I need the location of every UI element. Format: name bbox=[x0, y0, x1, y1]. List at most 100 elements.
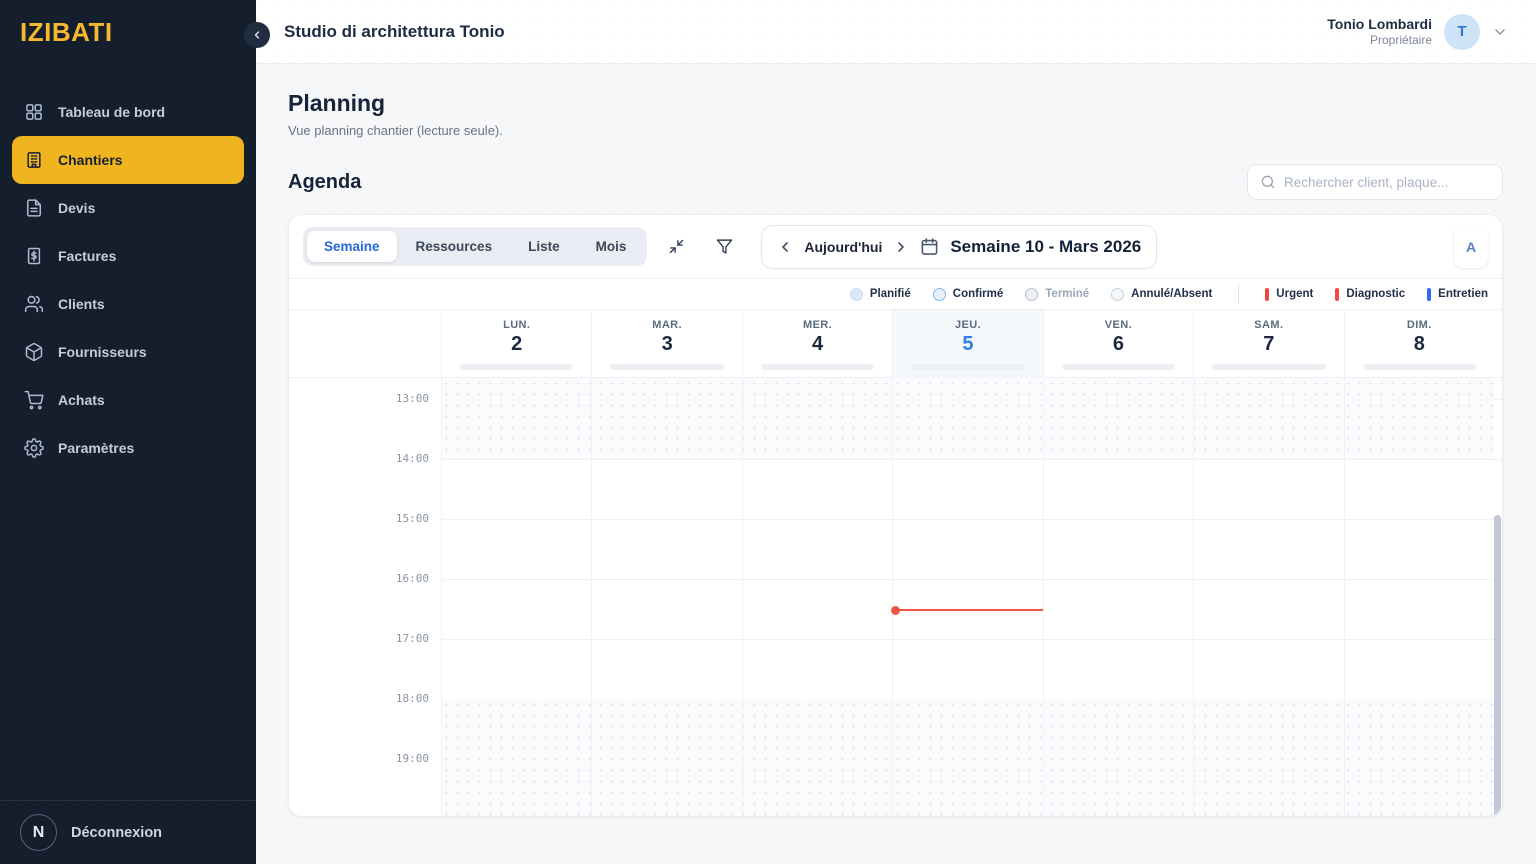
next-week-button[interactable] bbox=[893, 239, 909, 255]
day-number: 7 bbox=[1263, 333, 1275, 355]
day-number: 6 bbox=[1112, 333, 1124, 355]
day-number: 8 bbox=[1413, 333, 1425, 355]
logout-button[interactable]: Déconnexion bbox=[71, 825, 162, 841]
sidebar-collapse-button[interactable] bbox=[244, 22, 270, 48]
sidebar-footer: N Déconnexion bbox=[0, 800, 256, 864]
today-button[interactable]: Aujourd'hui bbox=[804, 239, 882, 255]
status-dot-icon bbox=[1025, 287, 1039, 301]
sidebar-item-clients[interactable]: Clients bbox=[12, 280, 244, 328]
invoice-icon bbox=[24, 246, 44, 266]
legend-divider bbox=[1238, 285, 1240, 303]
filter-icon bbox=[716, 238, 733, 255]
type-bar-icon bbox=[1265, 287, 1270, 301]
legend-status-termin: Terminé bbox=[1025, 287, 1089, 301]
main-area: Studio di architettura Tonio Tonio Lomba… bbox=[256, 0, 1536, 864]
filter-button[interactable] bbox=[705, 228, 743, 266]
day-number: 2 bbox=[511, 333, 523, 355]
legend-status-annul-absent: Annulé/Absent bbox=[1111, 287, 1212, 301]
day-header-dim[interactable]: DIM. 8 bbox=[1343, 310, 1494, 377]
day-column-dim bbox=[1343, 378, 1494, 816]
package-icon bbox=[24, 342, 44, 362]
sidebar-item-label: Achats bbox=[58, 392, 105, 408]
day-abbr: SAM. bbox=[1254, 319, 1284, 331]
date-navigation: Aujourd'hui Semaine 10 - Mars 2026 bbox=[761, 224, 1158, 269]
day-abbr: MAR. bbox=[652, 319, 682, 331]
hour-label: 16:00 bbox=[289, 571, 441, 585]
logout-avatar: N bbox=[20, 814, 57, 851]
calendar-icon bbox=[920, 237, 939, 256]
sidebar-item-label: Tableau de bord bbox=[58, 104, 166, 120]
legend-label: Entretien bbox=[1438, 288, 1488, 300]
legend-label: Diagnostic bbox=[1346, 288, 1406, 300]
collapse-view-button[interactable] bbox=[657, 228, 695, 266]
view-tabs: Semaine Ressources Liste Mois bbox=[303, 227, 648, 266]
view-tab-liste[interactable]: Liste bbox=[511, 231, 577, 262]
day-capacity-bar bbox=[760, 364, 875, 370]
status-dot-icon bbox=[932, 287, 946, 301]
search-input[interactable] bbox=[1284, 174, 1490, 190]
page-subtitle: Vue planning chantier (lecture seule). bbox=[288, 123, 503, 138]
day-header-ven[interactable]: VEN. 6 bbox=[1042, 310, 1193, 377]
user-role: Propriétaire bbox=[1369, 33, 1432, 47]
sidebar-item-factures[interactable]: Factures bbox=[12, 232, 244, 280]
calendar-card: Semaine Ressources Liste Mois Aujourd'hu… bbox=[288, 214, 1503, 817]
agenda-header-row: Agenda bbox=[288, 164, 1503, 200]
day-column-mer bbox=[741, 378, 892, 816]
compress-icon bbox=[668, 238, 685, 255]
legend-type-entretien: Entretien bbox=[1427, 287, 1488, 301]
view-tab-semaine[interactable]: Semaine bbox=[307, 231, 397, 262]
hour-label: 13:00 bbox=[289, 391, 441, 405]
day-abbr: MER. bbox=[803, 319, 833, 331]
type-bar-icon bbox=[1427, 287, 1432, 301]
cart-icon bbox=[24, 390, 44, 410]
day-header-sam[interactable]: SAM. 7 bbox=[1193, 310, 1343, 377]
day-abbr: DIM. bbox=[1406, 319, 1432, 331]
sidebar-menu: Tableau de bord Chantiers Devis Factures Cli… bbox=[0, 64, 256, 800]
sidebar-item-label: Paramètres bbox=[58, 440, 135, 456]
day-column-ven bbox=[1042, 378, 1193, 816]
day-column-sam bbox=[1193, 378, 1343, 816]
user-avatar[interactable]: T bbox=[1444, 13, 1480, 50]
header-right-gap bbox=[1494, 310, 1502, 377]
hour-label: 19:00 bbox=[289, 751, 441, 765]
building-icon bbox=[24, 150, 44, 170]
day-header-jeu[interactable]: JEU. 5 bbox=[892, 310, 1043, 377]
page-title: Planning bbox=[288, 90, 386, 116]
logo-wrap: IZIBATI bbox=[0, 0, 256, 64]
search-box bbox=[1247, 164, 1503, 200]
sidebar-item-param-tres[interactable]: Paramètres bbox=[12, 424, 244, 472]
day-number: 4 bbox=[812, 333, 824, 355]
view-tab-mois[interactable]: Mois bbox=[579, 231, 644, 262]
sidebar: IZIBATI Tableau de bord Chantiers Devis Fac… bbox=[0, 0, 256, 864]
dashboard-icon bbox=[24, 102, 44, 122]
day-abbr: JEU. bbox=[954, 319, 982, 331]
day-number: 3 bbox=[661, 333, 673, 355]
sidebar-item-chantiers[interactable]: Chantiers bbox=[12, 136, 244, 184]
day-header-mar[interactable]: MAR. 3 bbox=[591, 310, 741, 377]
day-header-lun[interactable]: LUN. 2 bbox=[441, 310, 591, 377]
user-menu[interactable]: Tonio Lombardi Propriétaire T bbox=[1327, 13, 1508, 50]
search-icon bbox=[1260, 174, 1276, 190]
sidebar-item-devis[interactable]: Devis bbox=[12, 184, 244, 232]
previous-week-button[interactable] bbox=[777, 239, 793, 255]
user-text: Tonio Lombardi Propriétaire bbox=[1327, 16, 1432, 47]
day-abbr: VEN. bbox=[1104, 319, 1133, 331]
day-column-jeu bbox=[892, 378, 1042, 816]
app-root: IZIBATI Tableau de bord Chantiers Devis Fac… bbox=[0, 0, 1536, 864]
sidebar-item-achats[interactable]: Achats bbox=[12, 376, 244, 424]
legend-label: Confirmé bbox=[952, 288, 1004, 300]
day-header-mer[interactable]: MER. 4 bbox=[741, 310, 892, 377]
sidebar-item-tableau-de-bord[interactable]: Tableau de bord bbox=[12, 88, 244, 136]
day-capacity-bar bbox=[610, 364, 724, 370]
view-tab-ressources[interactable]: Ressources bbox=[399, 231, 510, 262]
time-gutter-header bbox=[289, 310, 441, 377]
users-icon bbox=[24, 294, 44, 314]
legend-status-planifi: Planifié bbox=[849, 287, 911, 301]
sidebar-item-label: Factures bbox=[58, 248, 117, 264]
sidebar-item-label: Devis bbox=[58, 200, 96, 216]
locale-button[interactable]: A bbox=[1454, 225, 1488, 268]
top-header: Studio di architettura Tonio Tonio Lomba… bbox=[256, 0, 1536, 64]
user-name: Tonio Lombardi bbox=[1327, 16, 1432, 32]
vertical-scrollbar-thumb[interactable] bbox=[1494, 515, 1501, 816]
sidebar-item-fournisseurs[interactable]: Fournisseurs bbox=[12, 328, 244, 376]
